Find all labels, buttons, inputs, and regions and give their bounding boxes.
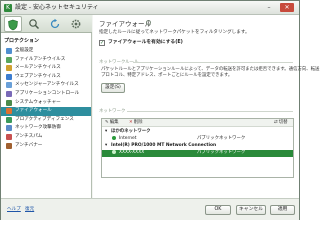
sidebar-item-icon [6, 73, 12, 80]
ok-button[interactable]: OK [205, 205, 231, 215]
search-icon[interactable] [25, 16, 43, 32]
app-icon: K [4, 4, 12, 12]
switch-icon: ⇄ [274, 120, 278, 125]
sidebar-item-label: システムウォッチャー [15, 99, 61, 105]
network-toolbar: ✎編集 ✕削除 ⇄切替 [102, 119, 293, 127]
sidebar-item[interactable]: ネットワーク攻撃防御 [1, 124, 91, 133]
group-expand-icon[interactable]: ▾ [105, 143, 107, 150]
delete-network-button[interactable]: ✕削除 [129, 119, 142, 127]
network-divider [127, 111, 293, 112]
enable-firewall-checkbox[interactable]: ✓ [99, 39, 105, 46]
network-section-label: ネットワーク [99, 109, 126, 114]
sidebar-item-icon [6, 142, 12, 149]
restore-link[interactable]: 復元 [25, 206, 34, 212]
sidebar-item[interactable]: 全般設定 [1, 47, 91, 56]
window-title: 設定 - 安心ネットセキュリティ [15, 4, 99, 11]
help-link[interactable]: ヘルプ [7, 206, 21, 212]
enable-firewall-label: ファイアウォールを有効にする(E) [108, 40, 183, 45]
dialog-footer: ヘルプ 復元 OK キャンセル 適用 [1, 198, 299, 220]
sidebar-item-label: プロアクティブディフェンス [15, 116, 74, 122]
sidebar-item[interactable]: アンチバナー [1, 142, 91, 151]
sidebar-item[interactable]: メッセンジャーアンチウイルス [1, 81, 91, 90]
sidebar-item[interactable]: システムウォッチャー [1, 99, 91, 108]
sidebar-item-icon [6, 56, 12, 63]
sidebar-item-icon [6, 82, 12, 89]
sidebar-item-icon [6, 65, 12, 72]
sidebar-item-icon [6, 91, 12, 97]
sidebar-item-icon [6, 116, 12, 123]
settings-window: K 設定 - 安心ネットセキュリティ – ✕ プロテクション 全般設定ファイルア… [0, 0, 319, 220]
update-icon[interactable] [46, 16, 64, 32]
page-description: 指定したルールに従ってネットワークパケットをフィルタリングします。 [99, 30, 250, 35]
rules-divider [133, 62, 293, 63]
sidebar-item-label: メールアンチウイルス [15, 65, 61, 71]
group-expand-icon[interactable]: ▾ [105, 129, 107, 136]
settings-sidebar: プロテクション 全般設定ファイルアンチウイルス メールアンチウイルス ウェブアンチウ… [1, 33, 92, 198]
sidebar-item-icon [6, 108, 12, 115]
pencil-icon: ✎ [105, 120, 109, 125]
settings-icon[interactable] [67, 16, 85, 32]
sidebar-item-label: ウェブアンチウイルス [15, 73, 61, 79]
sidebar-item-label: アンチバナー [15, 142, 43, 148]
delete-x-icon: ✕ [129, 120, 133, 125]
sidebar-item-icon [6, 125, 12, 132]
network-row-selected[interactable]: XXXX-XXXX パブリックネットワーク [102, 150, 293, 157]
cancel-button[interactable]: キャンセル [236, 205, 266, 215]
sidebar-item-label: アンチスパム [15, 134, 43, 139]
sidebar-item[interactable]: メールアンチウイルス [1, 64, 91, 73]
sidebar-item[interactable]: プロアクティブディフェンス [1, 116, 91, 125]
sidebar-item-label: ネットワーク攻撃防御 [15, 125, 61, 131]
sidebar-item[interactable]: ウェブアンチウイルス [1, 73, 91, 82]
minimize-button[interactable]: – [264, 3, 274, 12]
settings-toolbar [1, 15, 92, 33]
sidebar-item-label: 全般設定 [15, 48, 34, 53]
network-group-row: ▾ Intel(R) PRO/1000 MT Network Connection [105, 143, 217, 150]
firewall-panel: ファイアウォール ? 指定したルールに従ってネットワークパケットをフィルタリング… [93, 15, 319, 198]
page-title: ファイアウォール [99, 20, 151, 28]
sidebar-heading: プロテクション [4, 38, 40, 44]
sidebar-item-icon [6, 134, 12, 140]
network-group-row: ▾ ほかのネットワーク [105, 129, 151, 136]
close-button[interactable]: ✕ [280, 3, 294, 12]
sidebar-item-label: ファイルアンチウイルス [15, 56, 66, 62]
sidebar-item[interactable]: アプリケーションコントロール [1, 90, 91, 99]
network-row[interactable]: Internet パブリックネットワーク [102, 136, 293, 143]
sidebar-item[interactable]: アンチスパム [1, 133, 91, 142]
rules-text-line-2: プロトコル、特定アドレス、ポートごとにルールを設定できます。 [101, 73, 233, 78]
sidebar-item-label: ファイアウォール [15, 108, 52, 114]
sidebar-item-icon [6, 99, 12, 106]
sidebar-item-label: メッセンジャーアンチウイルス [15, 82, 79, 88]
network-list: ✎編集 ✕削除 ⇄切替 ▾ ほかのネットワーク Internet パブリックネットワ… [101, 118, 294, 178]
title-bar: K 設定 - 安心ネットセキュリティ – ✕ [1, 1, 299, 15]
rules-settings-button[interactable]: 設定(S) [101, 83, 125, 93]
sidebar-item-icon [6, 48, 12, 54]
protection-shield-icon[interactable] [4, 16, 22, 32]
switch-network-button[interactable]: ⇄切替 [274, 119, 287, 127]
edit-network-button[interactable]: ✎編集 [105, 119, 118, 127]
apply-button[interactable]: 適用 [270, 205, 295, 215]
sidebar-item[interactable]: ファイルアンチウイルス [1, 56, 91, 65]
sidebar-item-label: アプリケーションコントロール [15, 91, 80, 96]
help-icon[interactable]: ? [146, 20, 151, 25]
sidebar-item[interactable]: ファイアウォール [1, 107, 91, 116]
